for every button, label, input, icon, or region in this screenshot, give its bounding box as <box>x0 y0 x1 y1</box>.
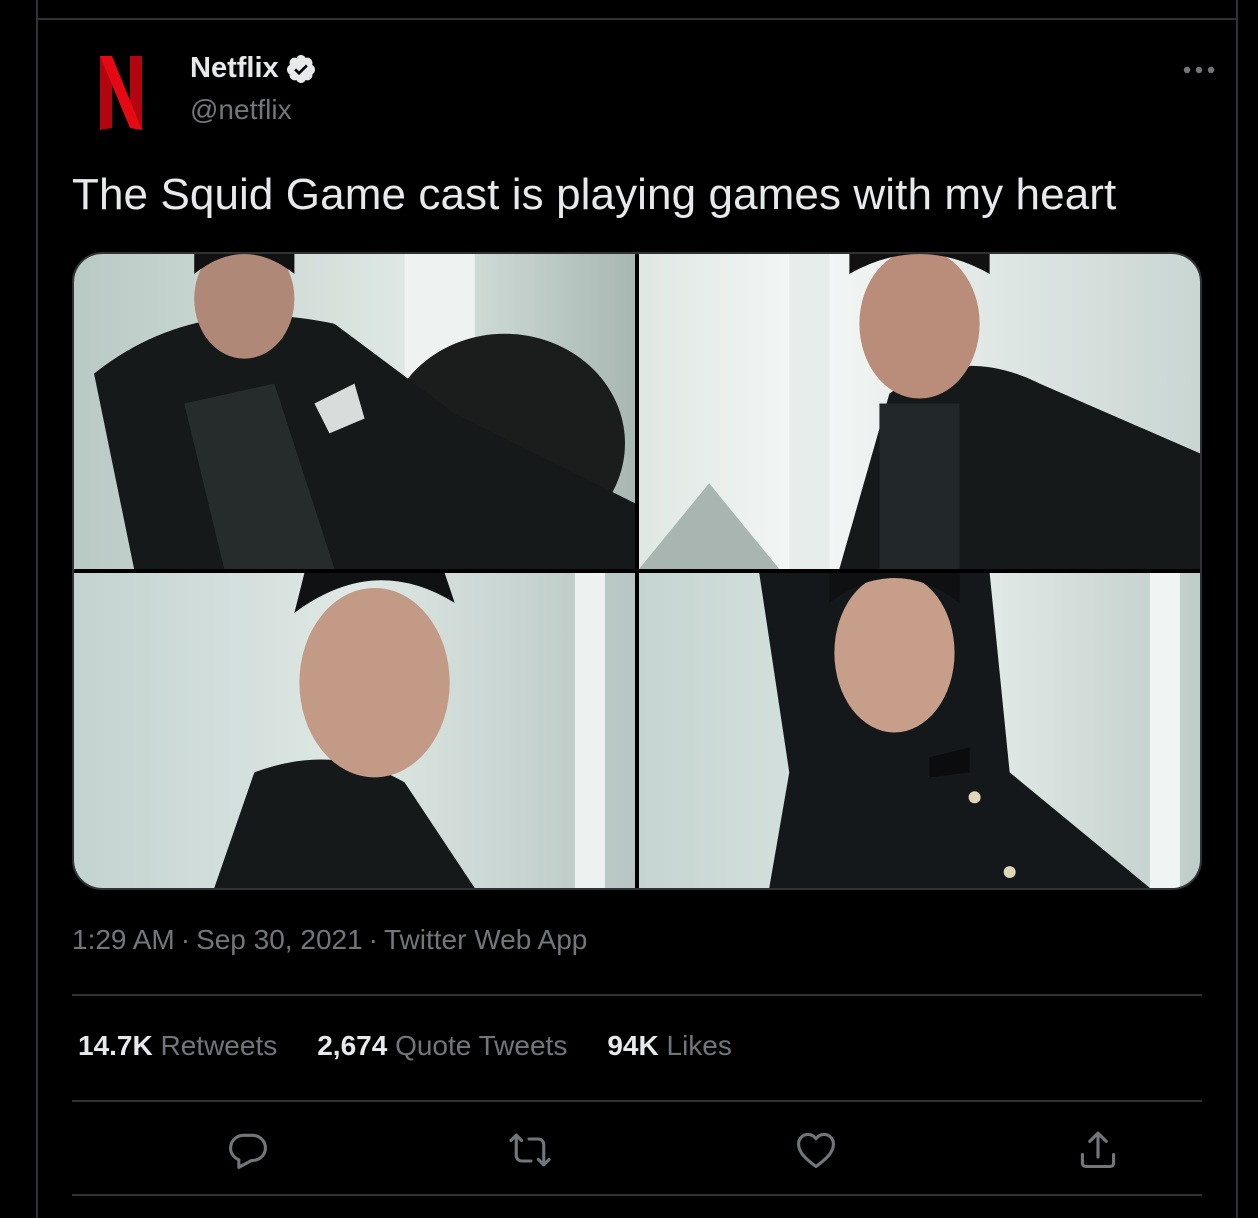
meta-separator: · <box>368 924 378 955</box>
author-name-row[interactable]: Netflix <box>190 52 317 85</box>
meta-separator: · <box>180 924 191 955</box>
tweet-date[interactable]: Sep 30, 2021 <box>196 924 363 955</box>
tweet-source[interactable]: Twitter Web App <box>384 924 587 955</box>
media-photo-2[interactable] <box>639 254 1200 569</box>
likes-stat[interactable]: 94K Likes <box>607 1030 732 1062</box>
actions-top-divider <box>72 1100 1202 1102</box>
quote-tweets-stat[interactable]: 2,674 Quote Tweets <box>317 1030 567 1062</box>
quote-tweets-count: 2,674 <box>317 1030 388 1061</box>
cast-photo-4-image <box>639 573 1200 888</box>
reply-button[interactable] <box>222 1124 274 1176</box>
netflix-logo-avatar[interactable] <box>96 52 146 132</box>
media-photo-3[interactable] <box>74 573 635 888</box>
retweet-button[interactable] <box>504 1124 556 1176</box>
cast-photo-2-image <box>639 254 1200 569</box>
retweet-icon <box>509 1133 551 1167</box>
heart-icon <box>797 1132 835 1169</box>
cast-photo-1-image <box>74 254 635 569</box>
media-photo-1[interactable] <box>74 254 635 569</box>
retweets-label: Retweets <box>160 1030 278 1061</box>
retweets-count: 14.7K <box>78 1030 153 1061</box>
tweet-media-grid <box>72 252 1202 890</box>
like-button[interactable] <box>790 1124 842 1176</box>
tweet-text: The Squid Game cast is playing games wit… <box>72 170 1117 219</box>
share-icon <box>1080 1131 1116 1169</box>
top-divider <box>38 18 1236 20</box>
tweet-meta: 1:29 AM · Sep 30, 2021 · Twitter Web App <box>72 924 587 956</box>
retweets-stat[interactable]: 14.7K Retweets <box>78 1030 277 1062</box>
reply-icon <box>229 1133 267 1169</box>
likes-label: Likes <box>666 1030 732 1061</box>
author-display-name[interactable]: Netflix <box>190 52 279 85</box>
tweet-action-bar <box>72 1118 1202 1182</box>
author-handle[interactable]: @netflix <box>190 94 292 126</box>
media-photo-4[interactable] <box>639 573 1200 888</box>
tweet-time[interactable]: 1:29 AM <box>72 924 175 955</box>
actions-bottom-divider <box>72 1194 1202 1196</box>
tweet-detail: Netflix @netflix The Squid Game cast is … <box>36 0 1238 1218</box>
verified-badge-icon <box>285 53 317 85</box>
stats-top-divider <box>72 994 1202 996</box>
more-options-icon[interactable] <box>1182 56 1216 84</box>
tweet-stats: 14.7K Retweets 2,674 Quote Tweets 94K Li… <box>78 1030 732 1062</box>
netflix-n-logo-icon <box>100 56 142 130</box>
quote-tweets-label: Quote Tweets <box>395 1030 568 1061</box>
likes-count: 94K <box>607 1030 659 1061</box>
cast-photo-3-image <box>74 573 635 888</box>
share-button[interactable] <box>1072 1124 1124 1176</box>
